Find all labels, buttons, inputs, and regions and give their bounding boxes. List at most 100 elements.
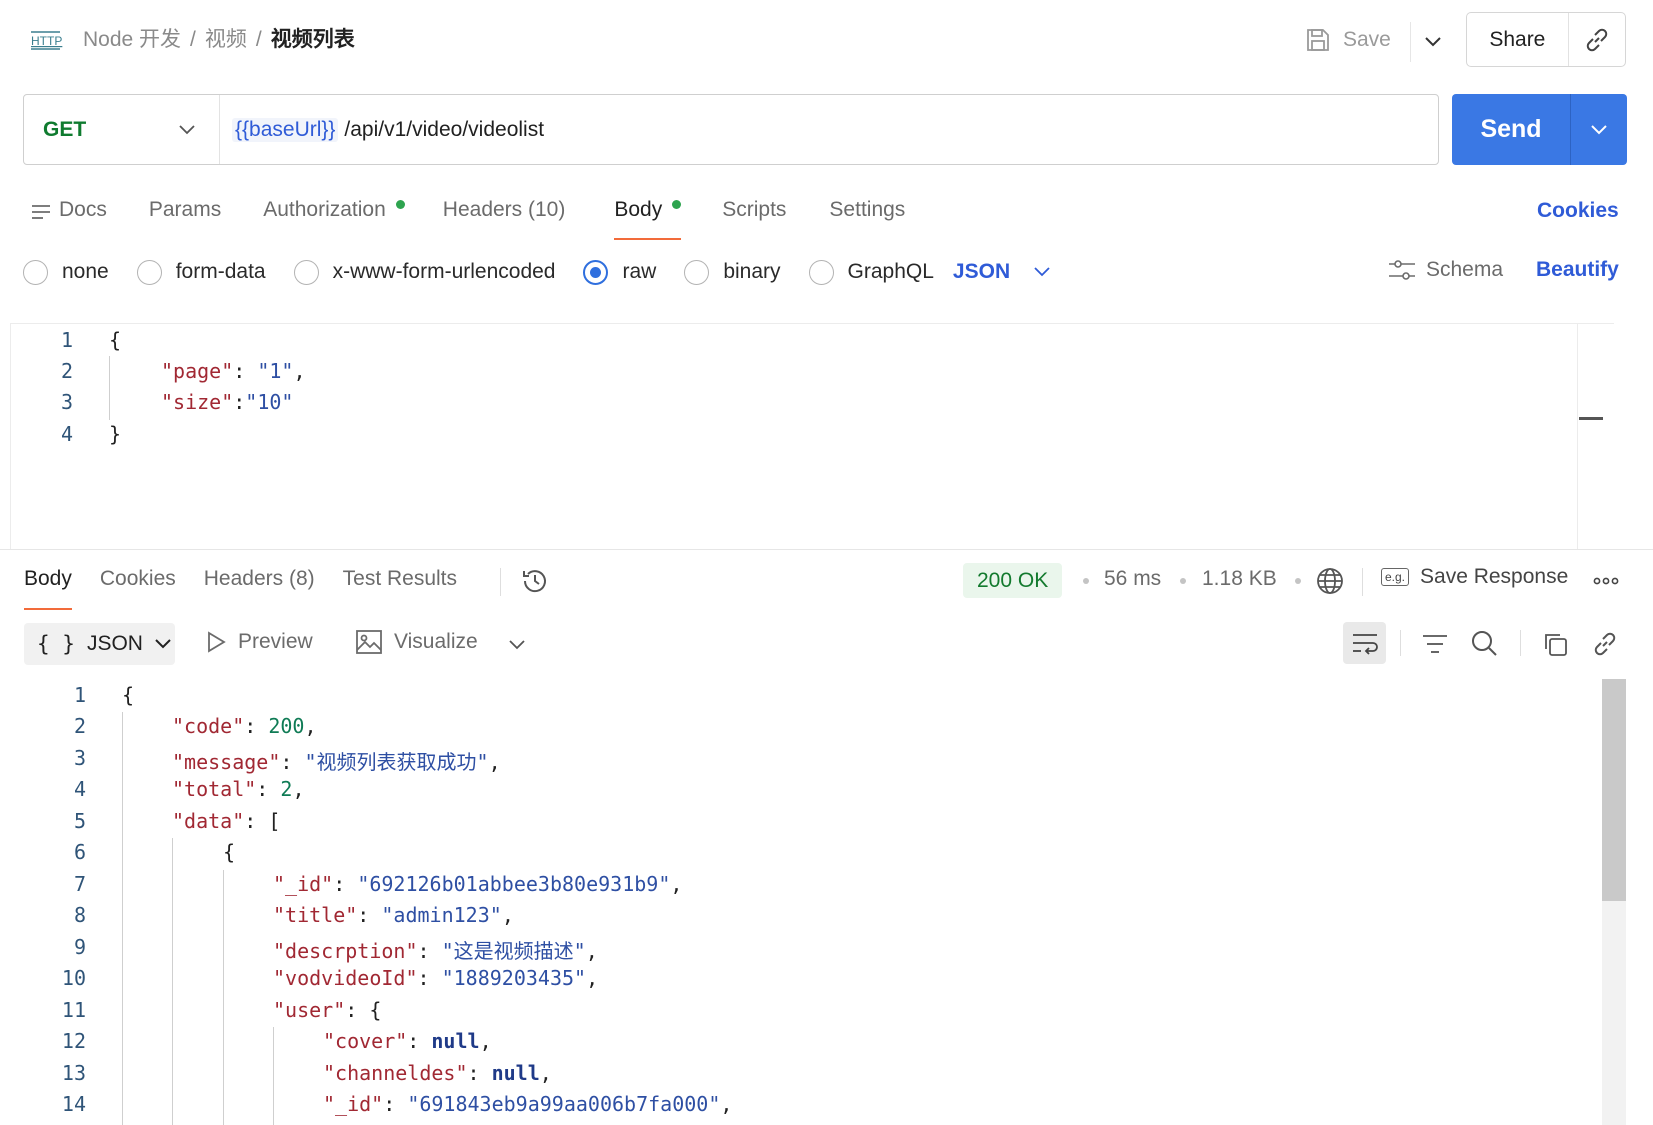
tab-test-results[interactable]: Test Results (343, 565, 457, 610)
preview-label: Preview (238, 630, 313, 653)
json-value: 200 (268, 714, 305, 738)
visualize-button[interactable]: Visualize (356, 630, 478, 654)
radio-circle (808, 259, 834, 285)
radio-none[interactable]: none (23, 259, 109, 285)
network-info-button[interactable] (1315, 566, 1345, 596)
json-value: null (431, 1029, 480, 1053)
line-number: 12 (61, 1029, 86, 1053)
json-key: "descrption" (273, 939, 418, 963)
tab-label: Settings (829, 198, 906, 221)
radio-binary[interactable]: binary (684, 259, 781, 285)
tab-response-cookies[interactable]: Cookies (100, 565, 176, 610)
json-key: "size" (161, 390, 234, 414)
response-scrollbar[interactable] (1602, 679, 1626, 1125)
breadcrumb-current[interactable]: 视频列表 (271, 28, 355, 51)
tab-scripts[interactable]: Scripts (722, 190, 786, 240)
cookies-link[interactable]: Cookies (1537, 199, 1619, 223)
more-options-button[interactable] (1592, 568, 1620, 594)
send-button-group: Send (1452, 94, 1627, 165)
chevron-down-icon (1424, 37, 1441, 47)
code-line: "data": [ (172, 809, 281, 833)
code-line: { (109, 328, 122, 352)
radio-label: none (62, 260, 109, 283)
share-button[interactable]: Share (1467, 28, 1568, 52)
url-input[interactable]: {{baseUrl}} /api/v1/video/videolist (220, 117, 544, 142)
response-format-select[interactable]: { } JSON (24, 623, 175, 665)
scrollbar-thumb[interactable] (1602, 679, 1626, 901)
copy-link-button[interactable] (1567, 13, 1625, 66)
code-line: "channeldes": null, (323, 1061, 552, 1085)
radio-raw[interactable]: raw (583, 259, 657, 285)
separator (500, 568, 501, 596)
body-type-selector: none form-data x-www-form-urlencoded raw… (23, 257, 1050, 287)
line-number: 13 (61, 1061, 86, 1085)
status-dot (672, 200, 682, 209)
tab-params[interactable]: Params (149, 190, 221, 240)
example-icon: e.g. (1381, 568, 1410, 586)
copy-button[interactable] (1540, 629, 1570, 659)
svg-text:HTTP: HTTP (31, 34, 62, 48)
method-select[interactable]: GET (24, 95, 220, 164)
tab-response-headers[interactable]: Headers (8) (204, 565, 315, 610)
separator (1362, 568, 1363, 596)
json-key: "page" (161, 359, 234, 383)
tab-docs[interactable]: Docs (31, 190, 107, 240)
radio-label: form-data (175, 260, 266, 283)
tab-body[interactable]: Body (614, 190, 682, 240)
filter-button[interactable] (1420, 630, 1450, 658)
response-tabs: Body Cookies Headers (8) Test Results (24, 565, 457, 610)
beautify-button[interactable]: Beautify (1536, 258, 1619, 282)
line-number: 7 (73, 872, 86, 896)
search-button[interactable] (1469, 628, 1499, 658)
chevron-down-icon (509, 640, 525, 650)
code-line: "cover": null, (323, 1029, 492, 1053)
radio-urlencoded[interactable]: x-www-form-urlencoded (293, 259, 555, 285)
save-response-button[interactable]: e.g. Save Response (1381, 565, 1568, 589)
save-button[interactable]: Save (1305, 22, 1391, 58)
request-header: HTTP Node 开发 / 视频 / 视频列表 Save Share (0, 0, 1653, 80)
history-button[interactable] (520, 566, 550, 596)
visualize-dropdown-button[interactable] (505, 635, 529, 655)
json-value: "10" (245, 390, 294, 414)
save-dropdown-button[interactable] (1410, 22, 1454, 62)
line-number: 4 (73, 777, 86, 801)
response-time[interactable]: 56 ms (1104, 567, 1161, 591)
format-label: JSON (86, 632, 143, 655)
send-dropdown-button[interactable] (1570, 94, 1627, 165)
json-key: "_id" (273, 872, 334, 896)
editor-scrollbar[interactable] (1577, 324, 1614, 550)
send-button[interactable]: Send (1452, 94, 1570, 165)
code-line: "message": "视频列表获取成功", (172, 750, 501, 774)
preview-button[interactable]: Preview (206, 630, 313, 654)
code-line: "title": "admin123", (273, 903, 514, 927)
tab-response-body[interactable]: Body (24, 565, 72, 610)
url-variable[interactable]: {{baseUrl}} (232, 117, 339, 142)
raw-format-select[interactable]: JSON (953, 260, 1050, 284)
tab-headers[interactable]: Headers (10) (443, 190, 566, 240)
radio-graphql[interactable]: GraphQL (808, 259, 934, 285)
breadcrumb-node[interactable]: Node 开发 (83, 28, 181, 51)
copy-link-button[interactable] (1590, 629, 1620, 659)
line-number: 4 (60, 422, 73, 446)
code-line: "vodvideoId": "1889203435", (273, 966, 599, 990)
meta-separator-dot (1083, 578, 1089, 584)
status-badge[interactable]: 200 OK (963, 563, 1063, 598)
wrap-lines-button[interactable] (1343, 622, 1386, 664)
code-line: } (109, 422, 122, 446)
json-value: "admin123" (381, 903, 502, 927)
chevron-down-icon (1591, 124, 1607, 134)
line-number: 6 (73, 840, 86, 864)
breadcrumb-folder[interactable]: 视频 (205, 28, 247, 51)
tab-settings[interactable]: Settings (829, 190, 905, 240)
radio-label: raw (622, 260, 657, 283)
schema-button[interactable]: Schema (1388, 258, 1503, 282)
request-body-editor[interactable]: 1 2 3 4 { "page": "1", "size":"10" } (10, 323, 1614, 550)
response-size[interactable]: 1.18 KB (1202, 567, 1277, 591)
indent-guide (109, 356, 110, 420)
play-icon (208, 631, 226, 653)
pane-divider[interactable] (0, 549, 1653, 550)
method-label: GET (43, 117, 87, 141)
line-number: 5 (73, 809, 86, 833)
radio-form-data[interactable]: form-data (136, 259, 266, 285)
tab-authorization[interactable]: Authorization (263, 190, 405, 240)
